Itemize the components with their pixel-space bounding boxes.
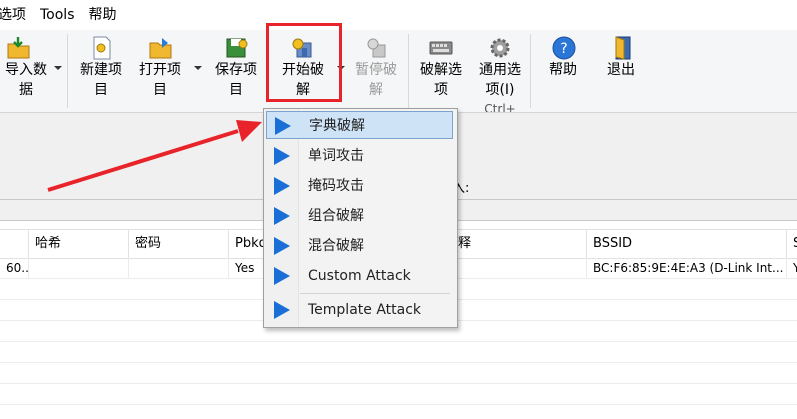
keyboard-icon xyxy=(429,41,453,55)
exit-button[interactable]: 退出 xyxy=(598,30,644,112)
save-icon xyxy=(226,38,248,58)
column-header-bssid[interactable]: BSSID xyxy=(587,230,787,258)
menu-item-word-attack[interactable]: 单词攻击 xyxy=(266,142,453,170)
separator xyxy=(530,34,531,108)
separator xyxy=(408,34,409,108)
play-icon xyxy=(274,177,290,195)
start-crack-dropdown-menu: 字典破解 单词攻击 掩码攻击 组合破解 混合破解 Custom Attack T… xyxy=(263,108,458,328)
column-header-password[interactable]: 密码 xyxy=(129,230,229,258)
open-folder-icon xyxy=(149,38,172,59)
general-options-button[interactable]: 通用选 项(I) Ctrl+ xyxy=(472,30,528,112)
column-header-hash[interactable]: 哈希 xyxy=(29,230,129,258)
column-header-comment[interactable]: 注释 xyxy=(439,230,587,258)
svg-text:?: ? xyxy=(560,41,567,57)
general-options-hint: Ctrl+ xyxy=(484,102,516,112)
pause-crack-button[interactable]: 暂停破 解 xyxy=(348,30,404,112)
play-icon xyxy=(274,237,290,255)
menu-tools[interactable]: Tools xyxy=(40,0,83,30)
separator xyxy=(67,34,68,108)
menu-help[interactable]: 帮助 xyxy=(89,0,125,30)
menu-item-dictionary-crack[interactable]: 字典破解 xyxy=(266,111,453,139)
toolbar: 导入数 据 新建项 目 打开项 目 保存项 目 开始破 解 暂停破 解 破解选 … xyxy=(0,30,797,113)
pause-crack-icon xyxy=(367,38,386,58)
help-icon: ? xyxy=(552,36,576,60)
play-icon xyxy=(275,117,291,135)
highlight-box xyxy=(266,23,342,102)
menu-options[interactable]: 选项 xyxy=(0,0,34,30)
exit-door-icon xyxy=(615,36,631,60)
menu-item-hybrid-crack[interactable]: 混合破解 xyxy=(266,232,453,260)
gear-icon xyxy=(490,38,510,58)
table-row xyxy=(0,363,797,384)
import-icon xyxy=(7,37,30,59)
open-dropdown-arrow[interactable] xyxy=(194,66,202,70)
column-header[interactable] xyxy=(0,230,29,258)
help-button[interactable]: ? 帮助 xyxy=(540,30,586,112)
import-dropdown-arrow[interactable] xyxy=(54,66,62,70)
table-row xyxy=(0,342,797,363)
new-project-icon xyxy=(93,36,111,60)
column-header-s[interactable]: S xyxy=(787,230,797,258)
menu-item-mask-attack[interactable]: 掩码攻击 xyxy=(266,172,453,200)
menu-item-combination-crack[interactable]: 组合破解 xyxy=(266,202,453,230)
menu-item-template-attack[interactable]: Template Attack xyxy=(266,296,453,324)
menu-item-custom-attack[interactable]: Custom Attack xyxy=(266,262,453,290)
new-project-button[interactable]: 新建项 目 xyxy=(72,30,130,112)
crack-options-button[interactable]: 破解选 项 xyxy=(412,30,470,112)
play-icon xyxy=(274,207,290,225)
save-project-button[interactable]: 保存项 目 xyxy=(208,30,264,112)
menu-bar: 选项 Tools 帮助 xyxy=(0,0,797,30)
play-icon xyxy=(274,301,290,319)
play-icon xyxy=(274,147,290,165)
table-row xyxy=(0,384,797,405)
play-icon xyxy=(274,267,290,285)
import-data-button[interactable]: 导入数 据 xyxy=(0,30,52,112)
open-project-button[interactable]: 打开项 目 xyxy=(132,30,188,112)
menu-separator xyxy=(300,293,450,294)
